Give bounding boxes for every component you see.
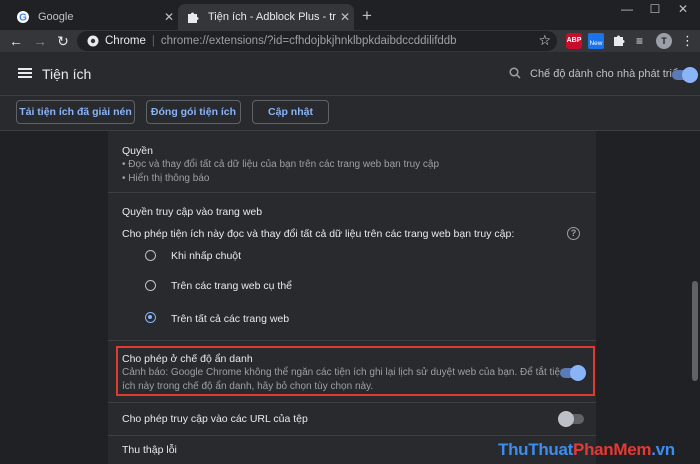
profile-avatar[interactable]: T [656,33,672,49]
toggle-knob [558,411,574,427]
tab-strip: G Google ✕ Tiện ích - Adblock Plus - trì… [0,0,700,30]
scrollbar[interactable] [690,131,700,464]
new-tab-plus-icon[interactable]: + [357,6,377,26]
tab-title: Tiện ích - Adblock Plus - trình ch [208,11,336,23]
permission-item: • Hiển thị thông báo [122,173,210,184]
tab-extensions[interactable]: Tiện ích - Adblock Plus - trình ch ✕ [178,4,354,30]
divider [108,192,596,193]
news-extension-icon[interactable]: New [588,33,604,49]
radio-label: Trên tất cả các trang web [171,313,290,325]
toggle-knob [682,67,698,83]
main-content: Quyền • Đọc và thay đổi tất cả dữ liệu c… [0,131,700,464]
kebab-menu-icon[interactable]: ⋮ [681,33,694,49]
omnibox-site: Chrome [105,35,146,47]
search-icon[interactable] [509,67,521,82]
window-close-icon[interactable]: ✕ [668,2,698,16]
site-access-question: Cho phép tiện ích này đọc và thay đổi tấ… [122,228,515,240]
scrollbar-thumb[interactable] [692,281,698,381]
watermark-part: .vn [651,440,675,459]
radio-all-sites[interactable] [145,312,156,323]
page-title: Tiện ích [42,66,92,82]
omnibox-separator: | [151,35,155,47]
dev-mode-label: Chế độ dành cho nhà phát triển [530,68,685,80]
permissions-title: Quyền [122,145,153,157]
file-urls-title: Cho phép truy cập vào các URL của tệp [122,413,308,425]
google-icon: G [17,11,29,24]
divider [108,340,596,341]
radio-on-click[interactable] [145,250,156,261]
update-button[interactable]: Cập nhật [252,100,329,124]
action-bar: Tải tiện ích đã giải nén Đóng gói tiện í… [0,96,700,131]
extensions-header: Tiện ích Chế độ dành cho nhà phát triển [0,52,700,96]
pack-extension-button[interactable]: Đóng gói tiện ích [146,100,241,124]
extension-details-card: Quyền • Đọc và thay đổi tất cả dữ liệu c… [108,131,596,464]
watermark-part: ThuThuat [498,440,574,459]
close-icon[interactable]: ✕ [336,10,354,24]
divider [108,402,596,403]
adblock-plus-icon[interactable]: ABP [566,33,582,49]
watermark: ThuThuatPhanMem.vn [498,440,675,460]
back-arrow-icon[interactable]: ← [7,32,25,50]
puzzle-icon [188,12,199,23]
chrome-icon [87,35,99,47]
load-unpacked-button[interactable]: Tải tiện ích đã giải nén [16,100,135,124]
extensions-puzzle-icon[interactable] [612,33,626,49]
watermark-part: PhanMem [573,440,652,459]
reading-list-icon[interactable]: ≡ [636,33,650,49]
minimize-icon[interactable]: — [612,2,642,16]
radio-label: Trên các trang web cụ thể [171,280,293,292]
browser-toolbar: ← → ↻ Chrome | chrome://extensions/?id=c… [0,30,700,52]
radio-label: Khi nhấp chuột [171,250,242,262]
omnibox-url: chrome://extensions/?id=cfhdojbkjhnklbpk… [160,35,457,47]
forward-arrow-icon[interactable]: → [31,32,49,50]
omnibox[interactable]: Chrome | chrome://extensions/?id=cfhdojb… [77,31,557,51]
collect-errors-title: Thu thập lỗi [122,444,177,456]
dev-mode-toggle[interactable] [672,67,698,83]
svg-text:G: G [19,13,27,24]
tab-title: Google [38,11,74,23]
bookmark-star-icon[interactable]: ☆ [538,32,551,49]
site-access-title: Quyền truy cập vào trang web [122,206,263,218]
help-icon[interactable]: ? [567,227,580,240]
hamburger-menu-icon[interactable] [18,68,32,78]
reload-icon[interactable]: ↻ [54,32,72,50]
radio-specific-sites[interactable] [145,280,156,291]
close-icon[interactable]: ✕ [160,10,178,24]
tab-google[interactable]: G Google ✕ [8,4,178,30]
permission-item: • Đọc và thay đổi tất cả dữ liệu của bạn… [122,159,440,170]
highlight-box [116,346,595,396]
divider [108,435,596,436]
maximize-icon[interactable]: ☐ [640,2,670,16]
file-urls-toggle[interactable] [558,411,584,427]
